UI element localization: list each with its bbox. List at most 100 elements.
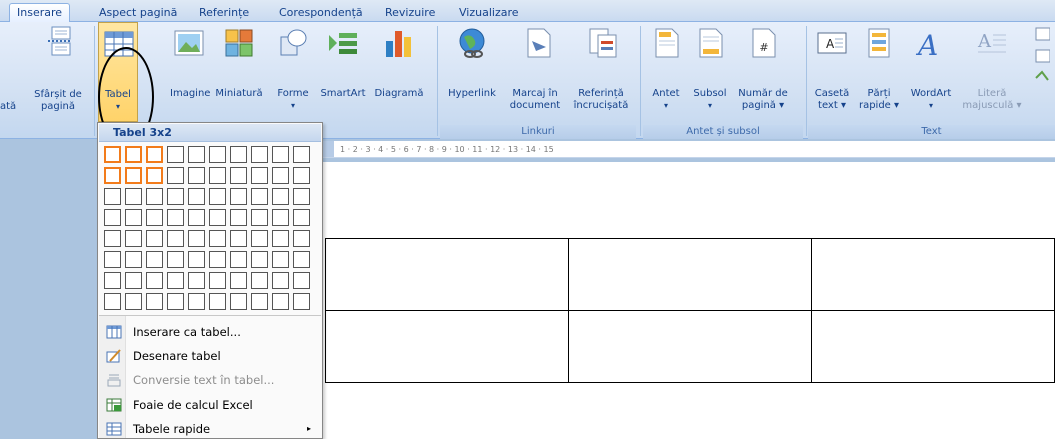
grid-cell[interactable] <box>104 146 121 163</box>
grid-cell[interactable] <box>272 146 289 163</box>
menu-item-draw-table[interactable]: Desenare tabel <box>99 344 321 368</box>
grid-cell[interactable] <box>146 188 163 205</box>
grid-cell[interactable] <box>188 293 205 310</box>
grid-cell[interactable] <box>104 209 121 226</box>
grid-cell[interactable] <box>146 272 163 289</box>
cross-reference-button[interactable]: Referință încrucișată <box>568 22 634 122</box>
footer-button[interactable]: Subsol ▾ <box>687 22 733 122</box>
grid-cell[interactable] <box>230 293 247 310</box>
grid-cell[interactable] <box>188 251 205 268</box>
grid-cell[interactable] <box>230 188 247 205</box>
grid-cell[interactable] <box>272 167 289 184</box>
drop-cap-button[interactable]: A Literă majusculă ▾ <box>962 22 1022 122</box>
grid-cell[interactable] <box>251 188 268 205</box>
grid-cell[interactable] <box>251 251 268 268</box>
grid-cell[interactable] <box>167 293 184 310</box>
table-cell[interactable] <box>568 238 812 311</box>
page-break-button[interactable]: Sfârșit de pagină ată <box>0 22 88 122</box>
grid-cell[interactable] <box>230 230 247 247</box>
grid-cell[interactable] <box>146 230 163 247</box>
grid-cell[interactable] <box>125 188 142 205</box>
grid-cell[interactable] <box>272 209 289 226</box>
grid-cell[interactable] <box>104 188 121 205</box>
table-cell[interactable] <box>325 310 569 383</box>
grid-cell[interactable] <box>293 188 310 205</box>
text-group-small-buttons[interactable] <box>1030 22 1055 122</box>
grid-cell[interactable] <box>125 146 142 163</box>
grid-cell[interactable] <box>272 293 289 310</box>
grid-cell[interactable] <box>230 209 247 226</box>
grid-cell[interactable] <box>209 146 226 163</box>
tab-references[interactable]: Referințe <box>192 4 256 22</box>
grid-cell[interactable] <box>125 230 142 247</box>
grid-cell[interactable] <box>167 146 184 163</box>
grid-cell[interactable] <box>272 272 289 289</box>
grid-cell[interactable] <box>125 272 142 289</box>
grid-cell[interactable] <box>104 251 121 268</box>
grid-cell[interactable] <box>104 293 121 310</box>
tab-view[interactable]: Vizualizare <box>452 4 526 22</box>
grid-cell[interactable] <box>293 146 310 163</box>
tab-page-layout[interactable]: Aspect pagină <box>92 4 184 22</box>
table-cell[interactable] <box>811 310 1055 383</box>
grid-cell[interactable] <box>230 251 247 268</box>
grid-cell[interactable] <box>125 251 142 268</box>
grid-cell[interactable] <box>104 230 121 247</box>
menu-item-insert-table[interactable]: Inserare ca tabel... <box>99 320 321 344</box>
grid-cell[interactable] <box>209 167 226 184</box>
page-number-button[interactable]: # Număr de pagină ▾ <box>733 22 793 122</box>
chart-button[interactable]: Diagramă <box>369 22 429 122</box>
grid-cell[interactable] <box>209 209 226 226</box>
grid-cell[interactable] <box>188 146 205 163</box>
grid-cell[interactable] <box>293 272 310 289</box>
image-button[interactable]: Imagine <box>170 22 210 122</box>
thumbnail-button[interactable]: Miniatură <box>207 22 271 122</box>
grid-cell[interactable] <box>188 230 205 247</box>
document-table[interactable] <box>325 238 1055 383</box>
menu-item-excel-sheet[interactable]: Foaie de calcul Excel <box>99 393 321 417</box>
grid-cell[interactable] <box>293 209 310 226</box>
quick-parts-button[interactable]: Părți rapide ▾ <box>854 22 904 122</box>
bookmark-button[interactable]: Marcaj în document <box>502 22 568 122</box>
grid-cell[interactable] <box>125 167 142 184</box>
grid-cell[interactable] <box>188 209 205 226</box>
grid-cell[interactable] <box>146 251 163 268</box>
smartart-button[interactable]: SmartArt <box>317 22 369 122</box>
grid-cell[interactable] <box>251 167 268 184</box>
grid-cell[interactable] <box>272 188 289 205</box>
grid-cell[interactable] <box>230 167 247 184</box>
grid-cell[interactable] <box>188 167 205 184</box>
grid-cell[interactable] <box>167 251 184 268</box>
grid-cell[interactable] <box>293 167 310 184</box>
grid-cell[interactable] <box>293 230 310 247</box>
grid-cell[interactable] <box>104 167 121 184</box>
grid-cell[interactable] <box>230 272 247 289</box>
grid-cell[interactable] <box>167 272 184 289</box>
grid-cell[interactable] <box>167 167 184 184</box>
horizontal-ruler[interactable]: 1 · 2 · 3 · 4 · 5 · 6 · 7 · 8 · 9 · 10 ·… <box>322 141 1055 158</box>
grid-cell[interactable] <box>125 209 142 226</box>
text-box-button[interactable]: A Casetă text ▾ <box>810 22 854 122</box>
grid-cell[interactable] <box>125 293 142 310</box>
grid-cell[interactable] <box>209 251 226 268</box>
tab-mailings[interactable]: Corespondență <box>272 4 370 22</box>
grid-cell[interactable] <box>272 230 289 247</box>
grid-cell[interactable] <box>251 209 268 226</box>
grid-cell[interactable] <box>209 293 226 310</box>
hyperlink-button[interactable]: Hyperlink <box>443 22 501 122</box>
grid-cell[interactable] <box>251 272 268 289</box>
grid-cell[interactable] <box>293 251 310 268</box>
menu-item-quick-tables[interactable]: Tabele rapide ▸ <box>99 417 321 439</box>
grid-cell[interactable] <box>146 146 163 163</box>
grid-cell[interactable] <box>230 146 247 163</box>
table-cell[interactable] <box>811 238 1055 311</box>
grid-cell[interactable] <box>104 272 121 289</box>
table-cell[interactable] <box>568 310 812 383</box>
grid-cell[interactable] <box>209 272 226 289</box>
grid-cell[interactable] <box>251 230 268 247</box>
wordart-button[interactable]: A WordArt ▾ <box>905 22 957 122</box>
grid-cell[interactable] <box>188 272 205 289</box>
grid-cell[interactable] <box>209 188 226 205</box>
grid-cell[interactable] <box>167 230 184 247</box>
tab-insert[interactable]: Inserare <box>9 3 71 23</box>
